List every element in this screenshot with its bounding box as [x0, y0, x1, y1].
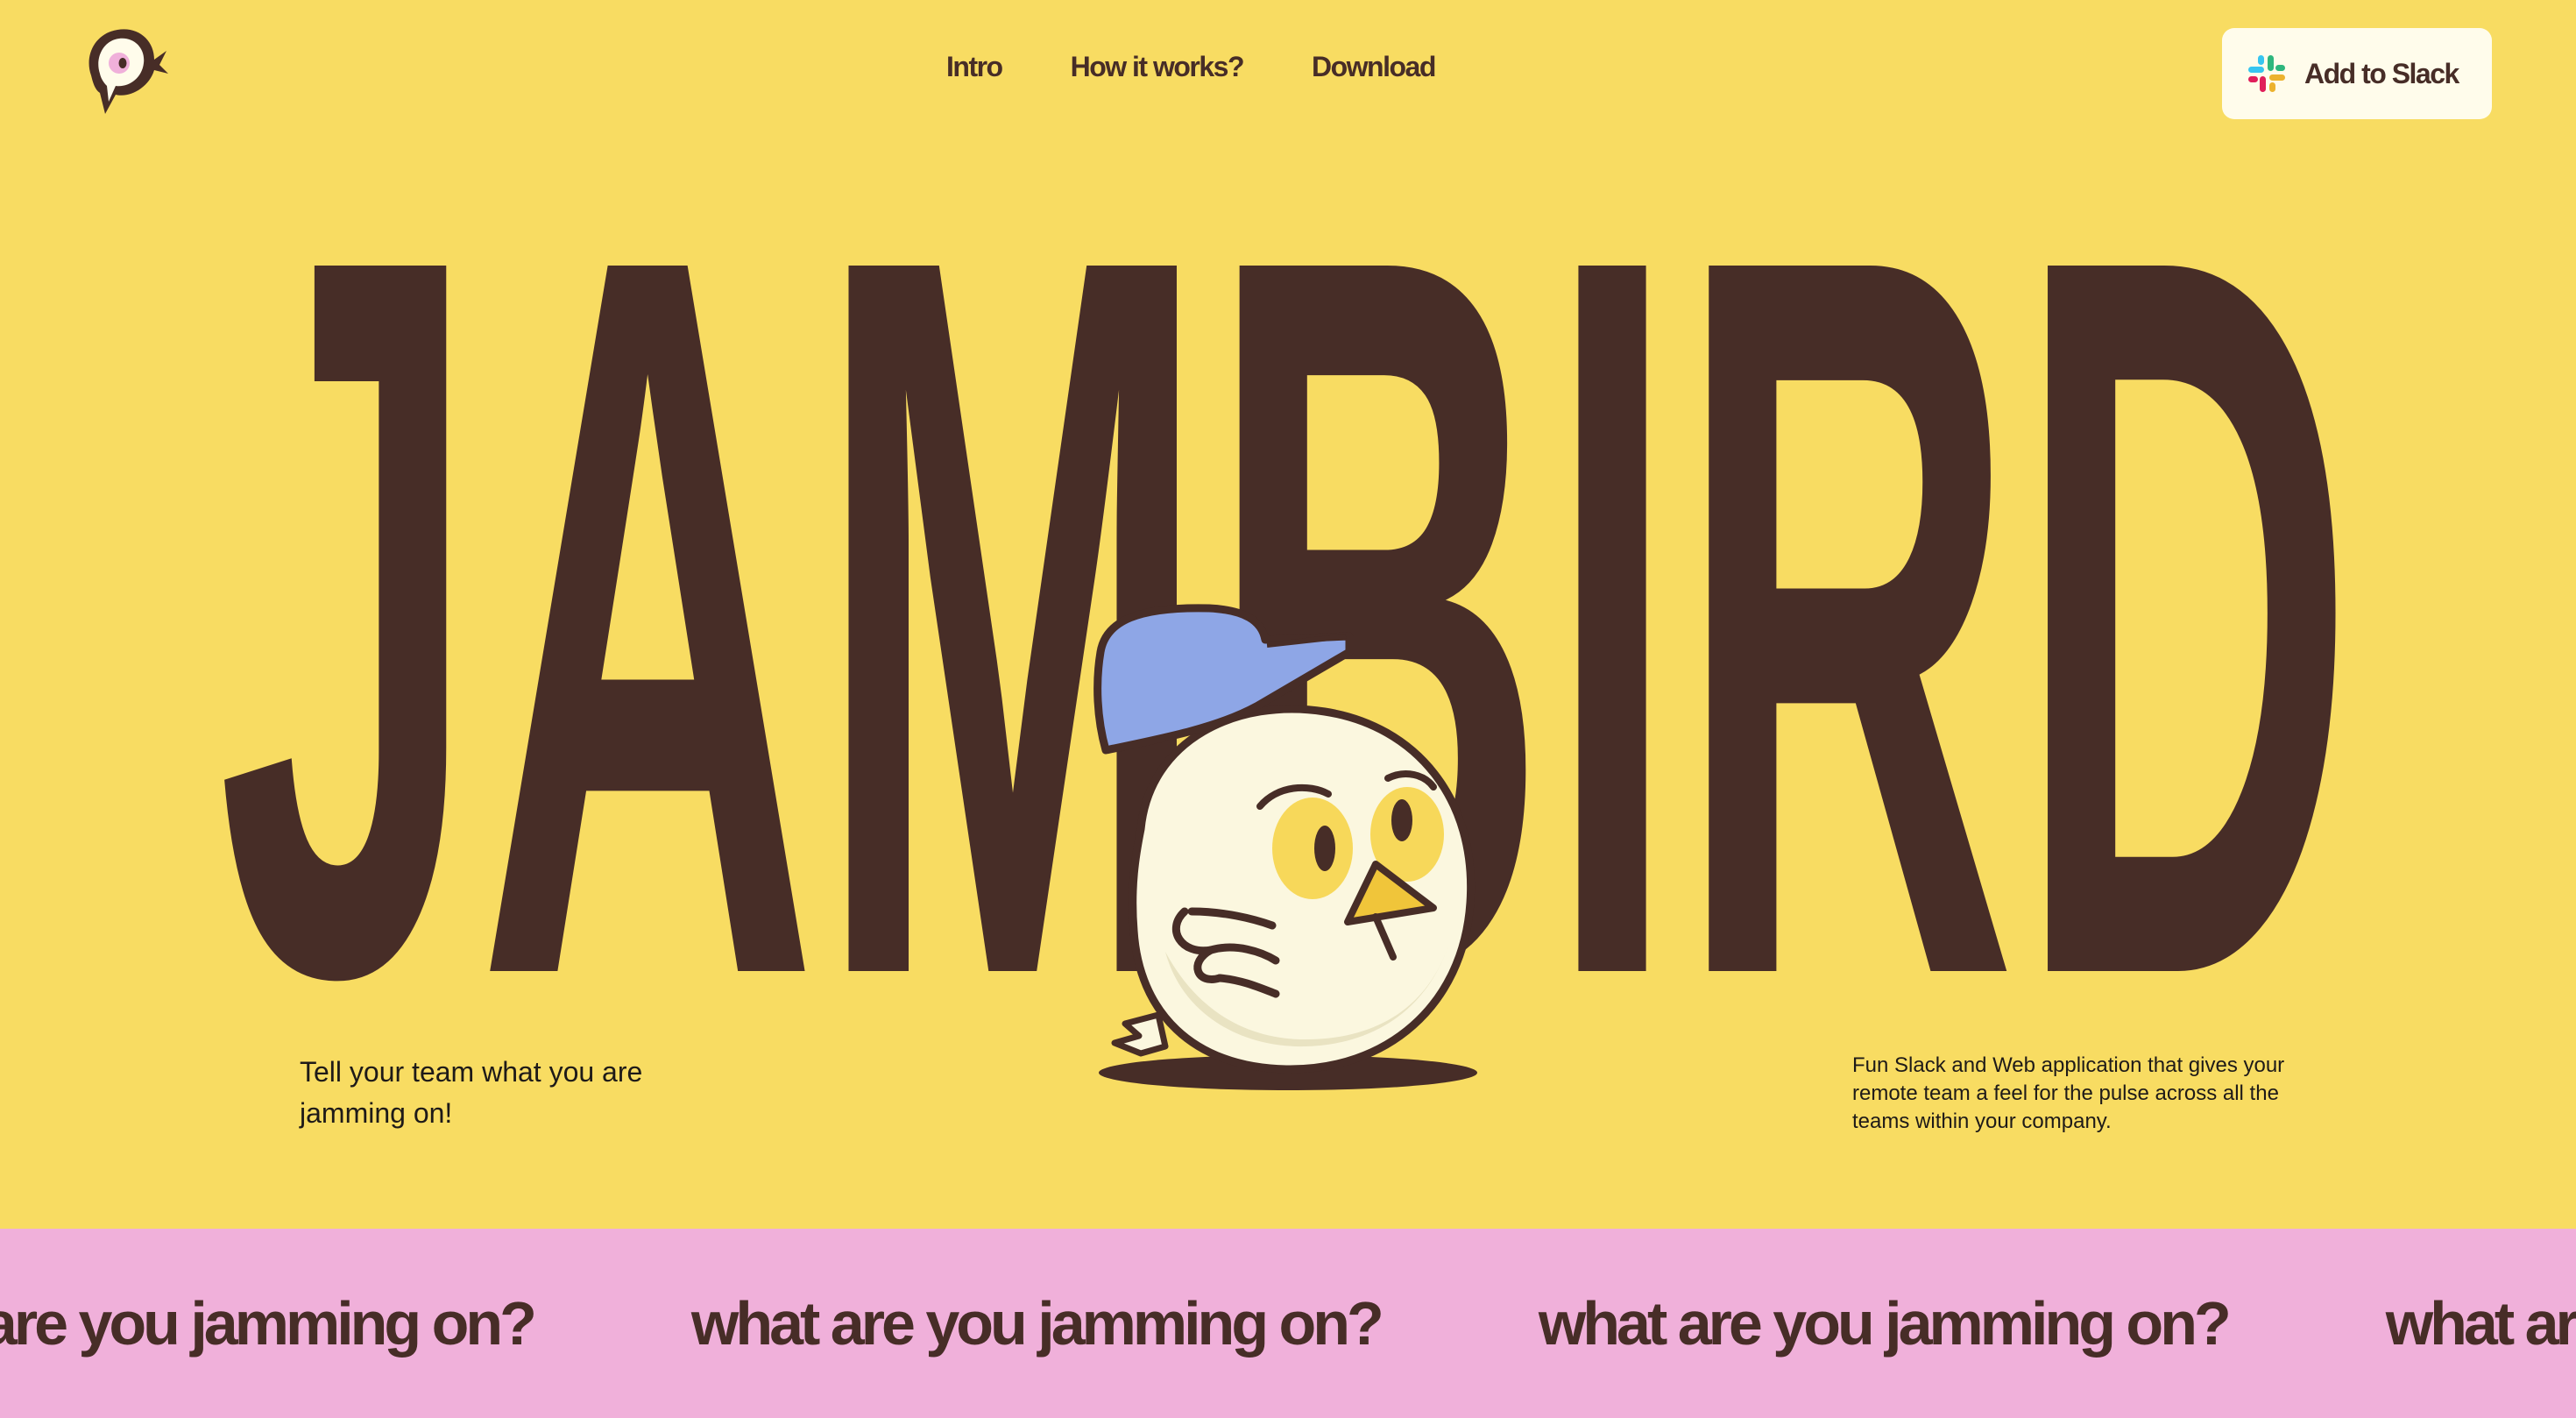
marquee-banner: what are you jamming on? what are you ja…	[0, 1229, 2576, 1418]
marquee-item: what are you jamming on?	[1538, 1289, 2232, 1358]
hero-tagline-left: Tell your team what you are jamming on!	[300, 1056, 643, 1129]
marquee-track: what are you jamming on? what are you ja…	[0, 1229, 2576, 1418]
marquee-item: what are you jamming on?	[0, 1289, 537, 1358]
marquee-item: what are you jamming on?	[2385, 1289, 2576, 1358]
marquee-item: what are you jamming on?	[690, 1289, 1384, 1358]
hero-section: Intro How it works? Download Add to Slac…	[0, 0, 2576, 1229]
hero-title-graphic: JAMBIRD	[217, 43, 2355, 1188]
hero-description: Fun Slack and Web application that gives…	[1852, 1053, 2285, 1133]
